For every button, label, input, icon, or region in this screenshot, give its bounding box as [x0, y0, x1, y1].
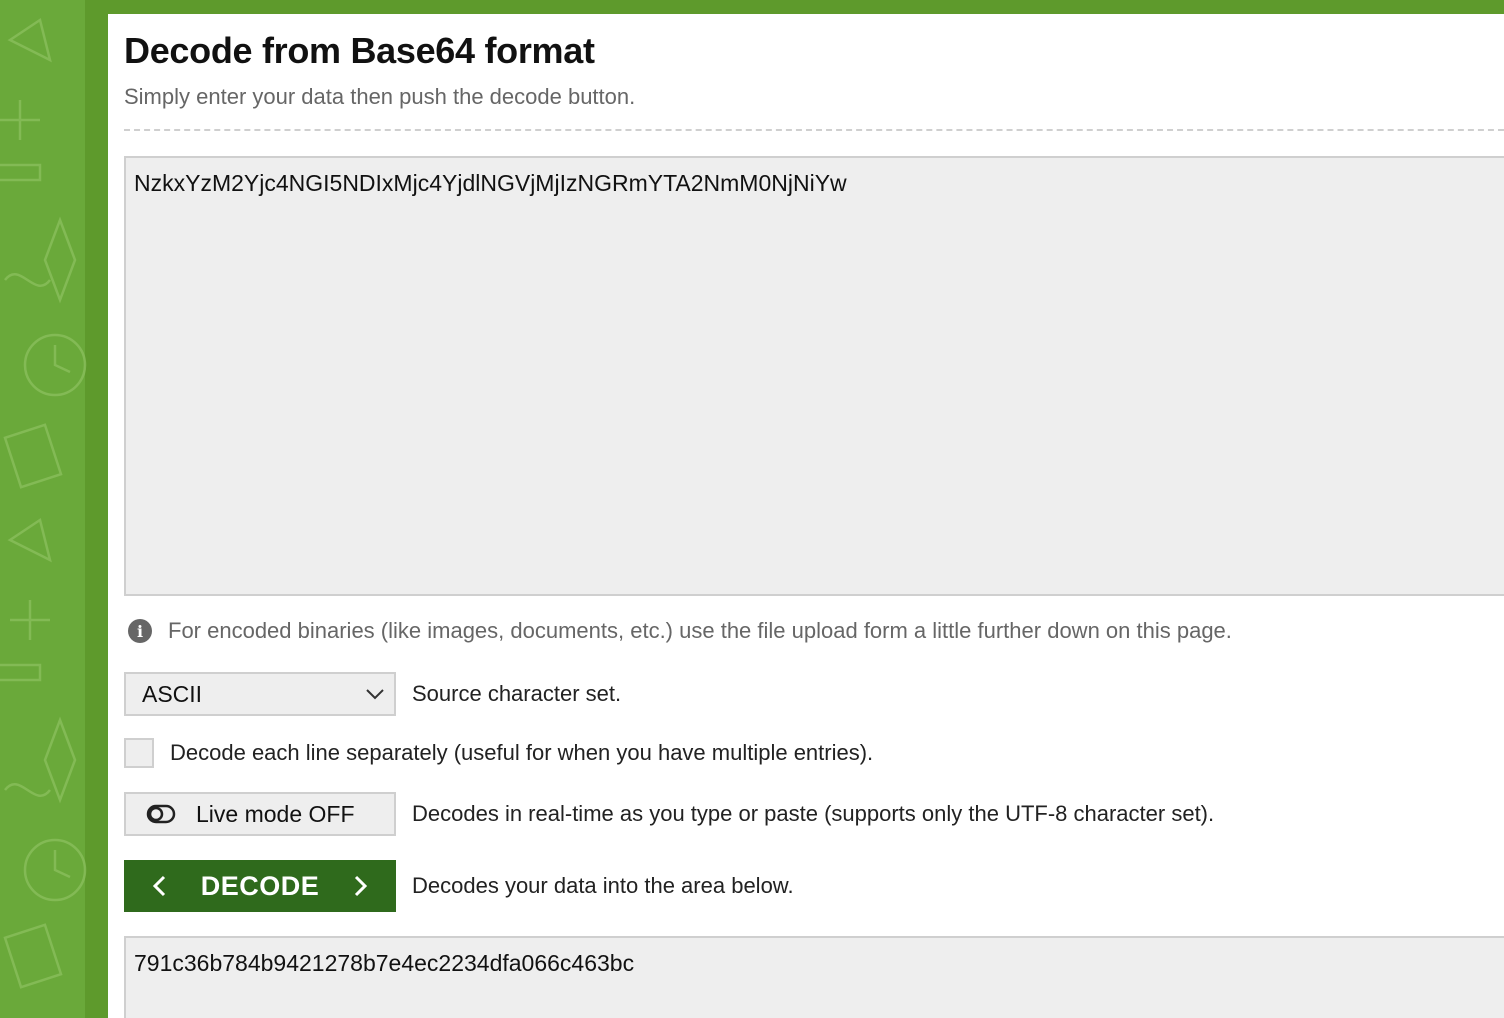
decorative-sidebar [0, 0, 108, 1018]
decode-row: DECODE Decodes your data into the area b… [124, 860, 794, 912]
charset-label: Source character set. [412, 681, 622, 706]
triangle-doodle [7, 517, 52, 563]
notebook-doodle [3, 423, 63, 489]
live-mode-button-label: Live mode OFF [196, 800, 355, 827]
notebook-doodle [3, 923, 63, 989]
cross-doodle [0, 100, 40, 140]
chevron-right-icon [354, 875, 368, 897]
main-content: Decode from Base64 format Simply enter y… [108, 14, 1504, 1018]
page-title: Decode from Base64 format [124, 30, 595, 71]
doodle-pattern [0, 17, 87, 989]
live-mode-button[interactable]: Live mode OFF [124, 792, 396, 836]
cross-doodle [10, 600, 50, 640]
squiggle-doodle [4, 783, 51, 797]
each-line-label: Decode each line separately (useful for … [170, 740, 874, 765]
rocket-doodle [43, 216, 77, 304]
clock-hand-doodle [53, 345, 71, 374]
squiggle-doodle [4, 273, 51, 287]
charset-row: ASCII Source character set. [124, 672, 621, 716]
sidebar-edge [85, 0, 108, 1018]
info-icon: i [128, 619, 152, 643]
pattern-background [0, 0, 108, 1018]
top-accent-bar [108, 0, 1504, 14]
triangle-doodle [7, 17, 52, 63]
decoded-output-textarea[interactable]: 791c36b784b9421278b7e4ec2234dfa066c463bc [124, 936, 1504, 1018]
each-line-checkbox[interactable] [124, 738, 154, 768]
ruler-doodle [0, 663, 42, 682]
dashed-divider [124, 129, 1504, 131]
rocket-doodle [43, 716, 77, 804]
toggle-off-icon [146, 804, 176, 824]
base64-input-textarea[interactable]: NzkxYzM2Yjc4NGI5NDIxMjc4YjdlNGVjMjIzNGRm… [124, 156, 1504, 596]
clock-hand-doodle [53, 850, 71, 879]
binary-hint: i For encoded binaries (like images, doc… [128, 618, 1232, 644]
chevron-left-icon [152, 875, 166, 897]
decode-button-label: DECODE [200, 870, 320, 901]
live-mode-label: Decodes in real-time as you type or past… [412, 801, 1215, 826]
charset-select[interactable]: ASCII [124, 672, 396, 716]
hint-text: For encoded binaries (like images, docum… [168, 618, 1232, 643]
decode-label: Decodes your data into the area below. [412, 873, 794, 898]
decode-button[interactable]: DECODE [124, 860, 396, 912]
live-mode-row: Live mode OFF Decodes in real-time as yo… [124, 792, 1214, 836]
charset-selected-value: ASCII [142, 680, 203, 707]
each-line-row: Decode each line separately (useful for … [124, 738, 873, 768]
page-subtitle: Simply enter your data then push the dec… [124, 84, 636, 109]
ruler-doodle [0, 163, 42, 182]
chevron-down-icon [366, 689, 384, 700]
